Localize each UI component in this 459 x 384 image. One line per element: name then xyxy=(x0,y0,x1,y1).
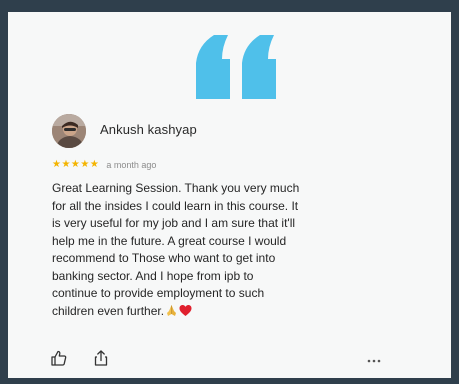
folded-hands-emoji xyxy=(167,304,177,316)
more-options-icon xyxy=(367,359,381,363)
like-button[interactable] xyxy=(50,349,70,369)
review-text-line: Great Learning Session. Thank you very m… xyxy=(52,181,300,195)
review-text-line: is very useful for my job and I am sure … xyxy=(52,216,296,230)
review-text-line: banking sector. And I hope from ipb to xyxy=(52,268,254,283)
rating-row: ★★★★★ a month ago xyxy=(52,158,156,172)
star-rating: ★★★★★ xyxy=(52,159,100,170)
review-card: Ankush kashyap ★★★★★ a month ago Great L… xyxy=(8,12,451,378)
review-text-line: children even further. xyxy=(52,303,165,318)
share-button[interactable] xyxy=(92,349,112,369)
thumbs-up-icon xyxy=(51,350,67,366)
review-text-line: for all the insides I could learn in thi… xyxy=(52,198,299,213)
review-time: a month ago xyxy=(106,160,157,170)
review-text-line: recommend to Those who want to get into xyxy=(52,251,276,265)
quote-icon xyxy=(196,35,276,99)
red-heart-emoji xyxy=(179,304,192,316)
share-icon xyxy=(94,350,108,366)
review-text-last-line: children even further. xyxy=(52,303,412,321)
avatar[interactable] xyxy=(52,114,86,148)
reviewer-name[interactable]: Ankush kashyap xyxy=(100,122,197,137)
review-text-line: continue to provide employment to such xyxy=(52,286,265,300)
review-text: Great Learning Session. Thank you very m… xyxy=(52,180,412,320)
review-text-line: help me in the future. A great course I … xyxy=(52,233,287,248)
more-options-button[interactable] xyxy=(364,349,384,369)
